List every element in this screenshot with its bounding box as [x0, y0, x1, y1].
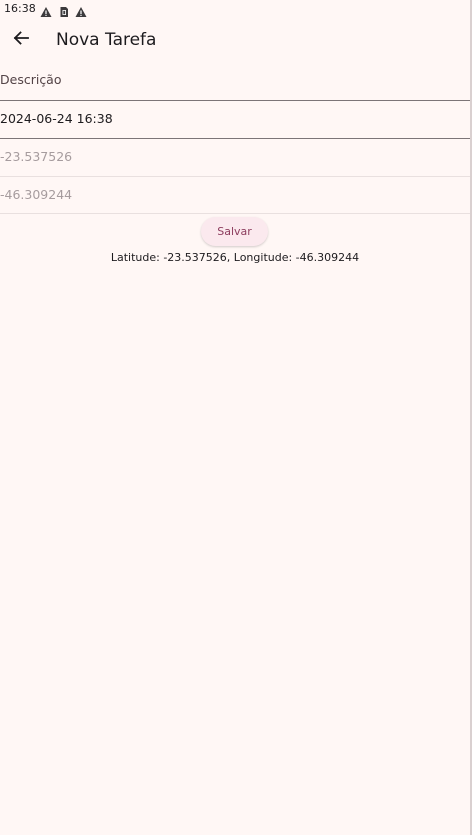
latitude-input[interactable]	[0, 149, 460, 164]
description-label: Descrição	[0, 72, 62, 87]
location-text: Latitude: -23.537526, Longitude: -46.309…	[110, 251, 360, 264]
warning-icon	[40, 3, 52, 17]
back-button[interactable]	[7, 26, 35, 54]
arrow-back-icon	[12, 29, 30, 51]
warning-icon	[75, 3, 87, 17]
datetime-input[interactable]	[0, 111, 460, 126]
longitude-input[interactable]	[0, 187, 460, 202]
page-title: Nova Tarefa	[56, 30, 157, 50]
sim-card-icon	[58, 3, 70, 17]
status-time: 16:38	[4, 2, 36, 15]
description-field[interactable]	[0, 62, 470, 101]
status-bar: 16:38	[0, 0, 472, 18]
save-button[interactable]: Salvar	[201, 217, 268, 246]
app-bar: Nova Tarefa	[0, 18, 470, 64]
